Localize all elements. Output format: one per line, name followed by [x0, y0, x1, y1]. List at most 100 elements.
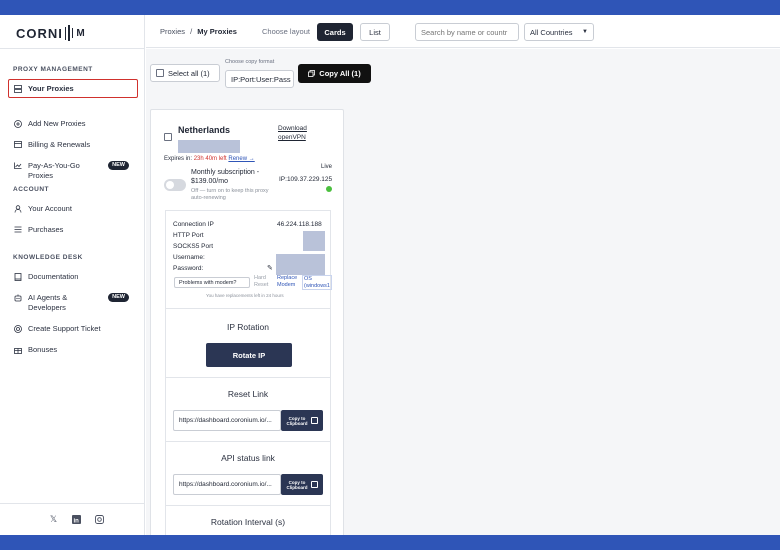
cards-layout-button[interactable]: Cards [317, 23, 353, 41]
svg-text:in: in [74, 519, 80, 525]
proxy-card: Netherlands Download openVPN Expires in:… [150, 109, 344, 540]
sidebar-item-label: Documentation [28, 272, 79, 281]
sidebar-item-add-new-proxies[interactable]: Add New Proxies [13, 119, 135, 129]
auto-renew-toggle[interactable] [164, 179, 186, 191]
sidebar-item-bonuses[interactable]: Bonuses [13, 345, 135, 355]
sidebar-item-ai-agents[interactable]: AI Agents & Developers NEW [13, 293, 135, 313]
sidebar-item-billing[interactable]: Billing & Renewals [13, 140, 135, 150]
logo[interactable]: CORNI M [16, 25, 86, 41]
copy-icon [310, 417, 318, 424]
list-layout-button[interactable]: List [360, 23, 390, 41]
new-badge: NEW [108, 293, 129, 302]
sidebar-item-label: Bonuses [28, 345, 58, 354]
sidebar-item-label: Billing & Renewals [28, 140, 91, 149]
replacements-note: You have replacements left in 24 hours [206, 293, 284, 298]
reset-link-section: Reset Link https://dashboard.coronium.io… [166, 377, 330, 441]
breadcrumb-separator: / [190, 27, 193, 36]
live-dot-icon [326, 186, 332, 192]
renew-link[interactable]: Renew → [228, 156, 254, 162]
copy-icon [310, 481, 318, 488]
sidebar-item-label: Purchases [28, 225, 64, 234]
ip-rotation-section: IP Rotation Rotate IP [166, 308, 330, 377]
chart-icon [13, 161, 22, 170]
connection-ip-value[interactable]: 46.224.118.188 [277, 221, 322, 228]
sidebar-item-support-ticket[interactable]: Create Support Ticket [13, 324, 135, 334]
country-select-value: All Countries [530, 27, 573, 37]
breadcrumb: Proxies / My Proxies [160, 27, 237, 36]
list-icon [13, 225, 22, 234]
sidebar: CORNI M PROXY MANAGEMENT Your Proxies Ad… [0, 15, 145, 535]
card-icon [13, 140, 22, 149]
main-content: Select all (1) Choose copy format IP:Por… [146, 49, 780, 540]
hard-reset-button[interactable]: Hard Reset [254, 275, 268, 288]
select-all-button[interactable]: Select all (1) [150, 64, 220, 82]
api-status-field[interactable]: https://dashboard.coronium.io/... [173, 474, 281, 495]
section-account: ACCOUNT [13, 186, 49, 193]
breadcrumb-root[interactable]: Proxies [160, 27, 185, 36]
live-status: Live [321, 164, 333, 170]
logo-mark: M [64, 25, 86, 41]
ip-rotation-title: IP Rotation [227, 322, 269, 332]
sidebar-item-label: Your Account [28, 204, 72, 213]
copy-all-button[interactable]: Copy All (1) [298, 64, 371, 83]
header: Proxies / My Proxies Choose layout Cards… [146, 15, 780, 48]
reset-link-field[interactable]: https://dashboard.coronium.io/... [173, 410, 281, 431]
socks5-port-label: SOCKS5 Port [173, 243, 214, 250]
copy-api-link-button[interactable]: Copy to Clipboard [281, 474, 323, 495]
book-icon [13, 272, 22, 281]
sidebar-item-label: Pay-As-You-Go Proxies [28, 161, 80, 180]
linkedin-icon[interactable]: in [71, 514, 82, 525]
instagram-icon[interactable] [94, 514, 105, 525]
expires-label: Expires in: [164, 156, 193, 162]
gift-icon [13, 345, 22, 354]
section-proxy-management: PROXY MANAGEMENT [13, 66, 93, 73]
sidebar-item-label: AI Agents & Developers [28, 293, 68, 312]
server-icon [13, 84, 22, 93]
download-openvpn-link[interactable]: Download openVPN [278, 124, 307, 142]
copy-reset-link-button[interactable]: Copy to Clipboard [281, 410, 323, 431]
rotate-ip-button[interactable]: Rotate IP [206, 343, 292, 367]
api-status-section: API status link https://dashboard.coroni… [166, 441, 330, 505]
copy-label: Copy to Clipboard [286, 415, 308, 426]
sidebar-item-your-account[interactable]: Your Account [13, 204, 135, 214]
http-port-label: HTTP Port [173, 232, 204, 239]
breadcrumb-current: My Proxies [197, 27, 237, 36]
expiry-info: Expires in: 23h 40m left Renew → [164, 156, 255, 162]
top-bar [0, 0, 780, 15]
password-label: Password: [173, 265, 204, 272]
copy-icon [308, 70, 316, 77]
proxy-checkbox[interactable] [164, 133, 172, 141]
pencil-icon[interactable]: ✎ [267, 264, 273, 272]
os-select[interactable]: OS (windows1 [302, 275, 332, 290]
proxy-details: Connection IP 46.224.118.188 HTTP Port S… [165, 210, 332, 540]
redacted-name [178, 140, 240, 153]
copy-format-select[interactable]: IP:Port:User:Pass [225, 70, 294, 88]
select-all-checkbox[interactable] [156, 69, 164, 77]
logo-text: CORNI [16, 25, 63, 41]
country-select[interactable]: All Countries ▼ [524, 23, 594, 41]
api-status-title: API status link [221, 453, 275, 463]
replace-modem-button[interactable]: Replace Modem [277, 275, 297, 288]
sidebar-item-your-proxies[interactable]: Your Proxies [8, 79, 138, 98]
chevron-down-icon: ▼ [582, 29, 588, 35]
select-all-label: Select all (1) [168, 68, 210, 78]
problems-with-modem-button[interactable]: Problems with modem? [174, 277, 250, 288]
support-icon [13, 324, 22, 333]
bottom-bar [0, 535, 780, 550]
sidebar-item-documentation[interactable]: Documentation [13, 272, 135, 282]
divider [0, 48, 145, 49]
redacted-ports [303, 231, 325, 251]
copy-format-label: Choose copy format [225, 59, 275, 65]
x-icon[interactable]: 𝕏 [48, 514, 59, 525]
reset-link-title: Reset Link [227, 389, 269, 399]
new-badge: NEW [108, 161, 129, 170]
sidebar-item-label: Create Support Ticket [28, 324, 101, 333]
divider [0, 503, 145, 504]
sidebar-item-purchases[interactable]: Purchases [13, 225, 135, 235]
proxy-ip: IP:109.37.229.125 [279, 176, 333, 183]
sidebar-item-pay-as-you-go[interactable]: Pay-As-You-Go Proxies NEW [13, 161, 135, 181]
subscription-note: Off — turn on to keep this proxy auto-re… [191, 188, 269, 201]
username-label: Username: [173, 254, 205, 261]
search-input[interactable] [415, 23, 519, 41]
proxy-country: Netherlands [178, 125, 231, 135]
